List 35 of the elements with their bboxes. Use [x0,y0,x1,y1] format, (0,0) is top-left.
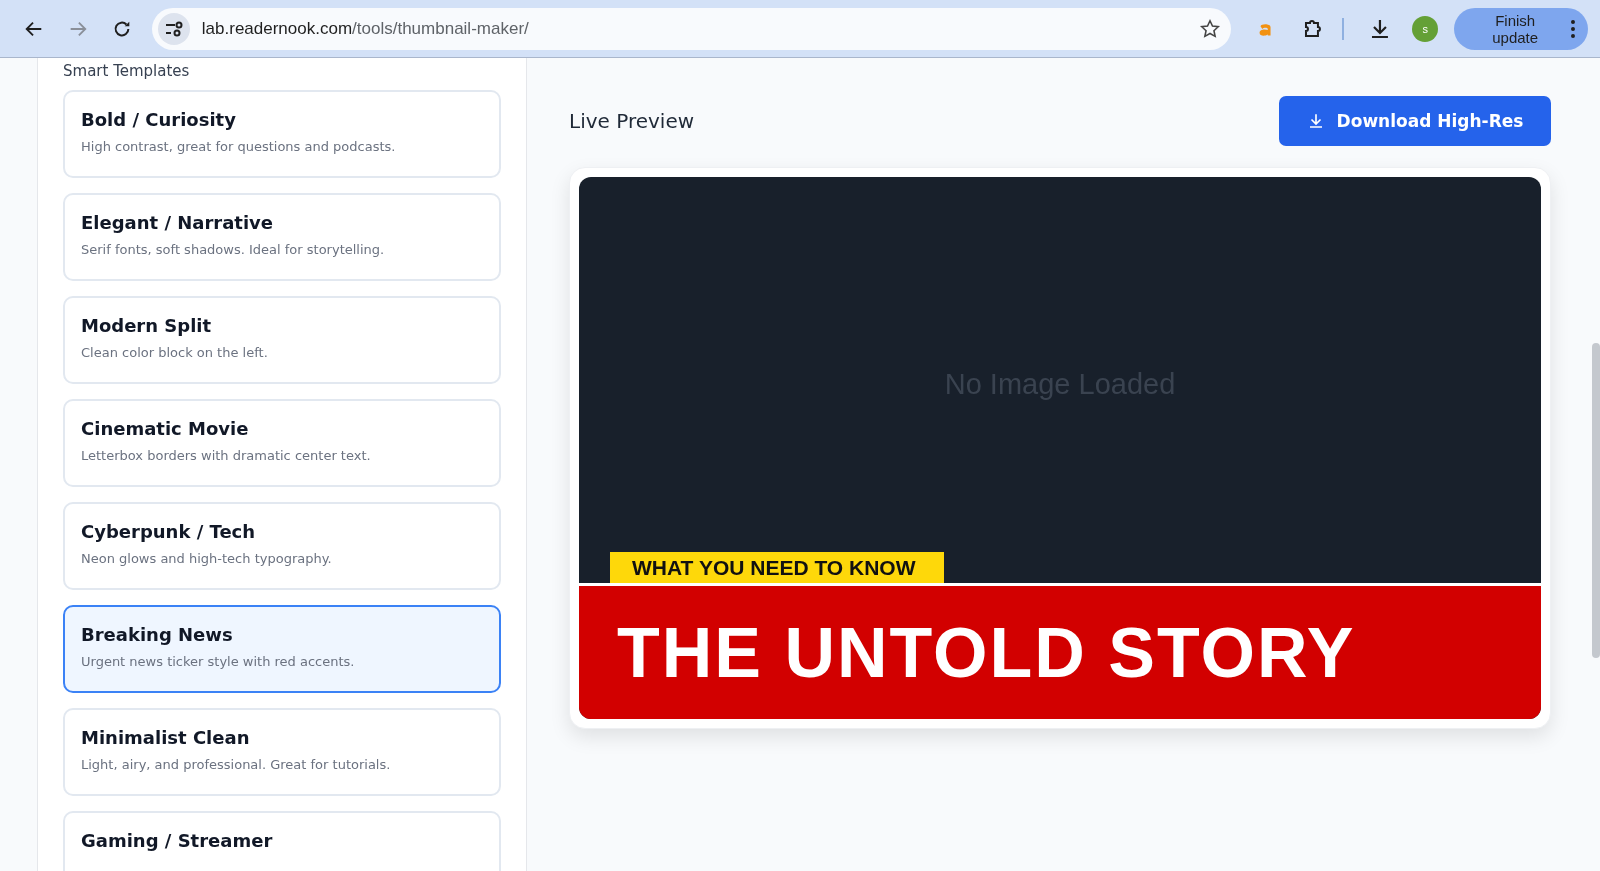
template-description: Serif fonts, soft shadows. Ideal for storytelling. [81,242,386,257]
template-name: Bold / Curiosity [81,109,237,130]
template-card[interactable]: Modern Split Clean color block on the left. [63,296,501,384]
template-card[interactable]: Bold / Curiosity High contrast, great for questions and podcasts. [63,90,501,178]
tag-label: WHAT YOU NEED TO KNOW [610,552,944,583]
template-name: Breaking News [81,624,234,645]
template-description: Letterbox borders with dramatic center text. [81,448,372,463]
template-card[interactable]: Cyberpunk / Tech Neon glows and high-tech typography. [63,502,501,590]
template-card[interactable]: Gaming / Streamer [63,811,501,871]
bookmark-star-icon[interactable] [1198,17,1221,40]
template-description: Urgent news ticker style with red accents. [81,654,356,669]
url-text: lab.readernook.com/tools/thumbnail-maker/ [201,18,530,39]
template-card[interactable]: Elegant / Narrative Serif fonts, soft shadows. Ideal for storytelling. [63,193,501,281]
template-name: Minimalist Clean [81,727,251,748]
template-description: Neon glows and high-tech typography. [81,551,333,566]
template-name: Modern Split [81,315,213,336]
section-title: Live Preview [569,109,695,133]
template-card[interactable]: Minimalist Clean Light, airy, and professional. Great for tutorials. [63,708,501,796]
template-description: High contrast, great for questions and podcasts. [81,139,397,154]
template-name: Gaming / Streamer [81,830,274,851]
site-settings-icon[interactable] [157,12,190,45]
download-button[interactable]: Download High-Res [1279,96,1551,146]
template-card[interactable]: Breaking News Urgent news ticker style with red accents. [63,605,501,693]
template-description: Light, airy, and professional. Great for tutorials. [81,757,392,772]
template-card[interactable]: Cinematic Movie Letterbox borders with dramatic center text. [63,399,501,487]
template-name: Elegant / Narrative [81,212,275,233]
address-bar[interactable]: lab.readernook.com/tools/thumbnail-maker/ [151,7,1231,50]
scrollbar-thumb[interactable] [1592,343,1600,658]
finish-update-button[interactable]: Finish update [1454,7,1588,50]
template-description: Clean color block on the left. [81,345,269,360]
headline-text: THE UNTOLD STORY [617,612,1356,693]
template-name: Cinematic Movie [81,418,250,439]
section-title: Smart Templates [63,62,191,80]
template-name: Cyberpunk / Tech [81,521,257,542]
more-icon[interactable] [1570,18,1576,39]
